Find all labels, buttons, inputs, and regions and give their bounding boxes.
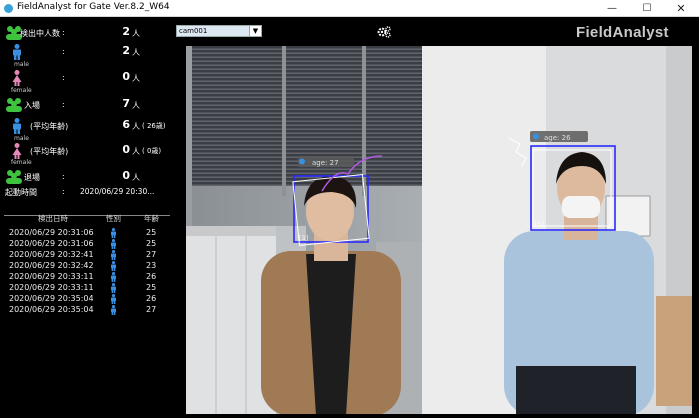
- log-row: 2020/06/29 20:31:06 25: [0, 239, 186, 250]
- start-time-colon: :: [62, 187, 65, 196]
- male-icon: [13, 118, 21, 134]
- group-icon: [6, 98, 22, 112]
- male-enter-unit: 人: [132, 122, 140, 131]
- female-avg-age: ( 0歳): [142, 147, 162, 155]
- male-icon: [111, 261, 116, 271]
- enter-colon: :: [62, 100, 65, 109]
- female-caption: female: [11, 159, 32, 166]
- log-header-gender: 性別: [106, 214, 121, 223]
- enter-value: 7: [122, 97, 130, 110]
- start-time-value: 2020/06/29 20:30...: [80, 187, 155, 196]
- title-bar: FieldAnalyst for Gate Ver.8.2_W64 — ☐ ✕: [0, 0, 699, 17]
- detecting-label: 検出中人数: [20, 29, 60, 38]
- male-caption: male: [14, 135, 29, 142]
- app-icon: [4, 4, 13, 13]
- log-age: 25: [146, 283, 157, 292]
- female-enter-value: 0: [122, 143, 130, 156]
- male-icon: [111, 250, 116, 260]
- exit-row: 退場 : 0 人: [0, 169, 186, 185]
- enter-row: 入場 : 7 人: [0, 97, 186, 113]
- svg-text:[3]: [3]: [298, 235, 309, 242]
- female-detect-row: : 0 人: [0, 70, 186, 86]
- start-time-row: 起動時間 : 2020/06/29 20:30...: [0, 184, 186, 200]
- female-detect-colon: :: [62, 73, 65, 82]
- female-enter-row: (平均年齢) 0 人 ( 0歳): [0, 143, 186, 159]
- female-icon: [12, 143, 22, 159]
- minimize-button[interactable]: —: [595, 0, 629, 17]
- log-row: 2020/06/29 20:35:04 26: [0, 294, 186, 305]
- log-age: 26: [146, 294, 157, 303]
- group-icon: [6, 170, 22, 184]
- log-time: 2020/06/29 20:31:06: [9, 239, 94, 248]
- log-time: 2020/06/29 20:33:11: [9, 272, 94, 281]
- exit-value: 0: [122, 169, 130, 182]
- female-detect-value: 0: [122, 70, 130, 83]
- chevron-down-icon[interactable]: ▼: [249, 26, 261, 36]
- camera-select[interactable]: cam001 ▼: [176, 25, 262, 37]
- male-icon: [111, 228, 116, 238]
- detecting-colon: :: [62, 28, 65, 37]
- exit-unit: 人: [132, 173, 140, 182]
- brand-logo: FieldAnalyst: [576, 24, 669, 41]
- male-icon: [13, 44, 21, 60]
- female-caption: female: [11, 87, 32, 94]
- male-caption: male: [14, 61, 29, 68]
- log-age: 25: [146, 228, 157, 237]
- log-row: 2020/06/29 20:33:11 25: [0, 283, 186, 294]
- detecting-value: 2: [122, 25, 130, 38]
- close-button[interactable]: ✕: [664, 0, 698, 17]
- log-time: 2020/06/29 20:32:42: [9, 261, 94, 270]
- log-header-time: 検出日時: [38, 214, 68, 223]
- stats-panel: 検出中人数 : 2 人 : 2 人 male : 0 人 female 入場 :…: [0, 17, 186, 418]
- age-label-right: age: 26: [544, 134, 571, 142]
- maximize-button[interactable]: ☐: [630, 0, 664, 17]
- male-enter-row: (平均年齢) 6 人 ( 26歳): [0, 118, 186, 134]
- log-row: 2020/06/29 20:32:42 23: [0, 261, 186, 272]
- window-title: FieldAnalyst for Gate Ver.8.2_W64: [17, 2, 170, 12]
- male-detect-colon: :: [62, 47, 65, 56]
- log-age: 26: [146, 272, 157, 281]
- female-detect-unit: 人: [132, 74, 140, 83]
- male-detect-row: : 2 人: [0, 44, 186, 60]
- female-avg-age-label: (平均年齢): [30, 147, 69, 156]
- log-time: 2020/06/29 20:35:04: [9, 294, 94, 303]
- male-detect-unit: 人: [132, 48, 140, 57]
- detecting-unit: 人: [132, 29, 140, 38]
- svg-text:[5]: [5]: [534, 221, 545, 228]
- log-row: 2020/06/29 20:32:41 27: [0, 250, 186, 261]
- detecting-count-row: 検出中人数 : 2 人: [0, 25, 186, 41]
- male-enter-value: 6: [122, 118, 130, 131]
- log-time: 2020/06/29 20:31:06: [9, 228, 94, 237]
- male-avg-age-label: (平均年齢): [30, 122, 69, 131]
- female-enter-unit: 人: [132, 147, 140, 156]
- male-icon: [111, 294, 116, 304]
- log-row: 2020/06/29 20:31:06 25: [0, 228, 186, 239]
- log-age: 27: [146, 305, 157, 314]
- male-icon: [111, 272, 116, 282]
- camera-select-value: cam001: [179, 27, 208, 35]
- log-time: 2020/06/29 20:35:04: [9, 305, 94, 314]
- exit-colon: :: [62, 172, 65, 181]
- camera-feed: age: 27 [3] age: 26 [5]: [186, 46, 692, 414]
- exit-label: 退場: [24, 173, 40, 182]
- log-time: 2020/06/29 20:32:41: [9, 250, 94, 259]
- male-icon: [111, 283, 116, 293]
- log-age: 27: [146, 250, 157, 259]
- log-row: 2020/06/29 20:33:11 26: [0, 272, 186, 283]
- log-row: 2020/06/29 20:35:04 27: [0, 305, 186, 316]
- age-label-left: age: 27: [312, 159, 339, 167]
- male-icon: [111, 305, 116, 315]
- log-age: 23: [146, 261, 157, 270]
- male-icon: [111, 239, 116, 249]
- start-time-label: 起動時間: [5, 188, 37, 197]
- gear-icon[interactable]: [377, 26, 391, 38]
- enter-unit: 人: [132, 101, 140, 110]
- enter-label: 入場: [24, 101, 40, 110]
- female-icon: [12, 70, 22, 86]
- log-header-age: 年齢: [144, 214, 159, 223]
- male-detect-value: 2: [122, 44, 130, 57]
- male-avg-age: ( 26歳): [142, 122, 166, 130]
- log-age: 25: [146, 239, 157, 248]
- log-time: 2020/06/29 20:33:11: [9, 283, 94, 292]
